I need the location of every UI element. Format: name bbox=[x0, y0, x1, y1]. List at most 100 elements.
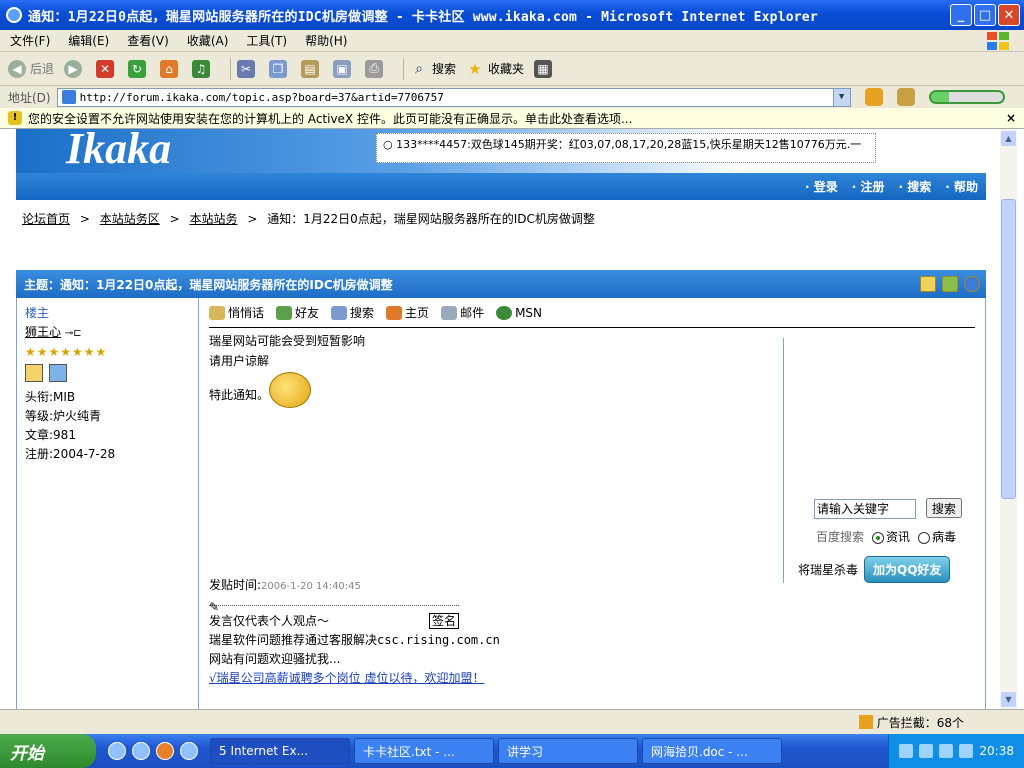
scissors-icon: ✂ bbox=[237, 59, 256, 78]
tray-icon[interactable] bbox=[899, 744, 914, 758]
floor-label: 楼主 bbox=[25, 306, 50, 320]
print-button[interactable]: ⎙ bbox=[365, 59, 387, 78]
close-window-button[interactable]: ✕ bbox=[998, 4, 1020, 26]
task-word[interactable]: 网海拾贝.doc - ... bbox=[642, 738, 782, 764]
ie-icon bbox=[6, 7, 22, 23]
author-posts: 文章:981 bbox=[25, 428, 76, 442]
site-logo[interactable]: Ikaka bbox=[66, 129, 171, 174]
chat-quicklaunch-icon[interactable] bbox=[180, 742, 198, 760]
nav-search[interactable]: · 搜索 bbox=[899, 178, 932, 195]
nav-login[interactable]: · 登录 bbox=[805, 178, 838, 195]
crumb-home[interactable]: 论坛首页 bbox=[22, 212, 70, 226]
site-nav: · 登录 · 注册 · 搜索 · 帮助 bbox=[16, 173, 986, 200]
nav-help[interactable]: · 帮助 bbox=[945, 178, 978, 195]
author-registered: 注册:2004-7-28 bbox=[25, 447, 116, 461]
task-folder[interactable]: 讲学习 bbox=[498, 738, 638, 764]
scroll-thumb[interactable] bbox=[1001, 199, 1016, 499]
author-name[interactable]: 狮王心 bbox=[25, 325, 61, 339]
post-content: 悄悄话 好友 搜索 主页 邮件 MSN 瑞星网站可能会受到短暂影响 请用户谅解 … bbox=[199, 298, 985, 709]
start-button[interactable]: 开始 bbox=[0, 734, 96, 768]
radio-virus[interactable]: 病毒 bbox=[918, 528, 956, 545]
forward-button[interactable]: ▶ bbox=[64, 59, 86, 78]
menu-edit[interactable]: 编辑(E) bbox=[68, 32, 109, 49]
star-icon: ★ bbox=[468, 59, 482, 78]
addon-icon[interactable] bbox=[864, 88, 883, 106]
close-infobar-icon[interactable]: × bbox=[1006, 111, 1016, 125]
reply-icon[interactable] bbox=[920, 276, 936, 292]
minimize-button[interactable]: _ bbox=[950, 4, 972, 26]
paste-button[interactable]: ▤ bbox=[301, 59, 323, 78]
menu-favorites[interactable]: 收藏(A) bbox=[187, 32, 229, 49]
radio-news[interactable]: 资讯 bbox=[872, 528, 910, 545]
status-bar: 广告拦截：68个 bbox=[0, 709, 1024, 734]
history-button[interactable]: ▦ bbox=[534, 59, 556, 78]
action-search[interactable]: 搜索 bbox=[331, 304, 374, 321]
action-msn[interactable]: MSN bbox=[496, 304, 542, 321]
menu-view[interactable]: 查看(V) bbox=[127, 32, 169, 49]
keys-icon[interactable] bbox=[896, 88, 915, 106]
copy-icon: ❐ bbox=[269, 59, 288, 78]
task-notepad[interactable]: 卡卡社区.txt - ... bbox=[354, 738, 494, 764]
action-email[interactable]: 邮件 bbox=[441, 304, 484, 321]
crumb-area[interactable]: 本站站务区 bbox=[100, 212, 160, 226]
tray-icon[interactable] bbox=[919, 744, 934, 758]
tray-icon[interactable] bbox=[939, 744, 954, 758]
breadcrumb: 论坛首页 > 本站站务区 > 本站站务 > 通知：1月22日0点起，瑞星网站服务… bbox=[22, 212, 595, 226]
firefox-quicklaunch-icon[interactable] bbox=[156, 742, 174, 760]
vertical-scrollbar[interactable]: ▲ ▼ bbox=[1000, 129, 1017, 709]
address-input[interactable]: http://forum.ikaka.com/topic.asp?board=3… bbox=[56, 87, 851, 107]
progress-slider[interactable] bbox=[928, 90, 1005, 104]
cut-button[interactable]: ✂ bbox=[237, 59, 259, 78]
ad-search-input[interactable] bbox=[814, 498, 916, 519]
task-ie[interactable]: 5 Internet Ex... bbox=[210, 738, 350, 764]
search-icon bbox=[331, 305, 348, 320]
popup-blocker-status[interactable]: 广告拦截：68个 bbox=[877, 714, 964, 731]
nav-register[interactable]: · 注册 bbox=[852, 178, 885, 195]
scroll-up-icon[interactable]: ▲ bbox=[1001, 131, 1016, 146]
msn-quicklaunch-icon[interactable] bbox=[132, 742, 150, 760]
ie-quicklaunch-icon[interactable] bbox=[108, 742, 126, 760]
refresh-button[interactable]: ↻ bbox=[128, 59, 150, 78]
media-icon: ♫ bbox=[192, 59, 211, 78]
post-time: 发贴时间:2006-1-20 14:40:45 bbox=[209, 578, 361, 592]
action-add-friend[interactable]: 好友 bbox=[276, 304, 319, 321]
ad-search-button[interactable]: 搜索 bbox=[925, 498, 962, 518]
security-infobar[interactable]: ! 您的安全设置不允许网站使用安装在您的计算机上的 ActiveX 控件。此页可… bbox=[0, 108, 1024, 129]
favorites-button[interactable]: ★ 收藏夹 bbox=[466, 60, 524, 78]
action-homepage[interactable]: 主页 bbox=[386, 304, 429, 321]
favorite-topic-icon[interactable] bbox=[942, 276, 958, 292]
back-button[interactable]: ◀ 后退 bbox=[8, 59, 54, 78]
maximize-button[interactable]: □ bbox=[974, 4, 996, 26]
topic-title: 主题：通知：1月22日0点起，瑞星网站服务器所在的IDC机房做调整 bbox=[24, 277, 393, 292]
media-button[interactable]: ♫ bbox=[192, 59, 214, 78]
home-icon: ⌂ bbox=[160, 59, 179, 78]
stop-button[interactable]: ✕ bbox=[96, 59, 118, 78]
add-qq-button[interactable]: 加为QQ好友 bbox=[864, 556, 951, 583]
sig-link[interactable]: √瑞星公司高薪诚聘多个岗位 虚位以待，欢迎加盟！ bbox=[209, 671, 484, 685]
page-viewport: Ikaka ○ 133****4457:双色球145期开奖：红03,07,08,… bbox=[0, 129, 1000, 709]
info-icon[interactable] bbox=[964, 276, 980, 292]
scroll-down-icon[interactable]: ▼ bbox=[1001, 692, 1016, 707]
site-banner: Ikaka ○ 133****4457:双色球145期开奖：红03,07,08,… bbox=[16, 129, 986, 173]
menu-help[interactable]: 帮助(H) bbox=[305, 32, 347, 49]
sign-button[interactable]: 签名 bbox=[429, 613, 460, 629]
tray-icon[interactable] bbox=[959, 744, 974, 758]
sig-line: 网站有问题欢迎骚扰我... bbox=[209, 652, 341, 666]
windows-logo-icon bbox=[986, 31, 1016, 51]
ad-panel: 搜索 百度搜索 资讯 病毒 将瑞星杀毒 加为QQ好友 bbox=[783, 338, 973, 583]
action-private-message[interactable]: 悄悄话 bbox=[209, 304, 264, 321]
search-button[interactable]: ⌕ 搜索 bbox=[410, 60, 456, 78]
menu-bar: 文件(F) 编辑(E) 查看(V) 收藏(A) 工具(T) 帮助(H) bbox=[0, 30, 1024, 52]
print-preview-button[interactable]: ▣ bbox=[333, 59, 355, 78]
crumb-board[interactable]: 本站站务 bbox=[189, 212, 237, 226]
toolbar: ◀ 后退 ▶ ✕ ↻ ⌂ ♫ ✂ ❐ ▤ ▣ ⎙ ⌕ 搜索 ★ 收藏夹 ▦ bbox=[0, 52, 1024, 86]
chevron-down-icon[interactable]: ▼ bbox=[832, 88, 850, 106]
menu-file[interactable]: 文件(F) bbox=[10, 32, 50, 49]
pencil-icon: ✎ bbox=[209, 598, 459, 614]
home-button[interactable]: ⌂ bbox=[160, 59, 182, 78]
address-bar: 地址(D) http://forum.ikaka.com/topic.asp?b… bbox=[0, 86, 1024, 108]
post: 楼主 狮王心 ⊸⊏ ★★★★★★★ 头衔:MIB 等级:炉火纯青 文章:981 … bbox=[16, 298, 986, 709]
copy-button[interactable]: ❐ bbox=[269, 59, 291, 78]
menu-tools[interactable]: 工具(T) bbox=[246, 32, 287, 49]
news-ticker: ○ 133****4457:双色球145期开奖：红03,07,08,17,20,… bbox=[376, 133, 876, 163]
